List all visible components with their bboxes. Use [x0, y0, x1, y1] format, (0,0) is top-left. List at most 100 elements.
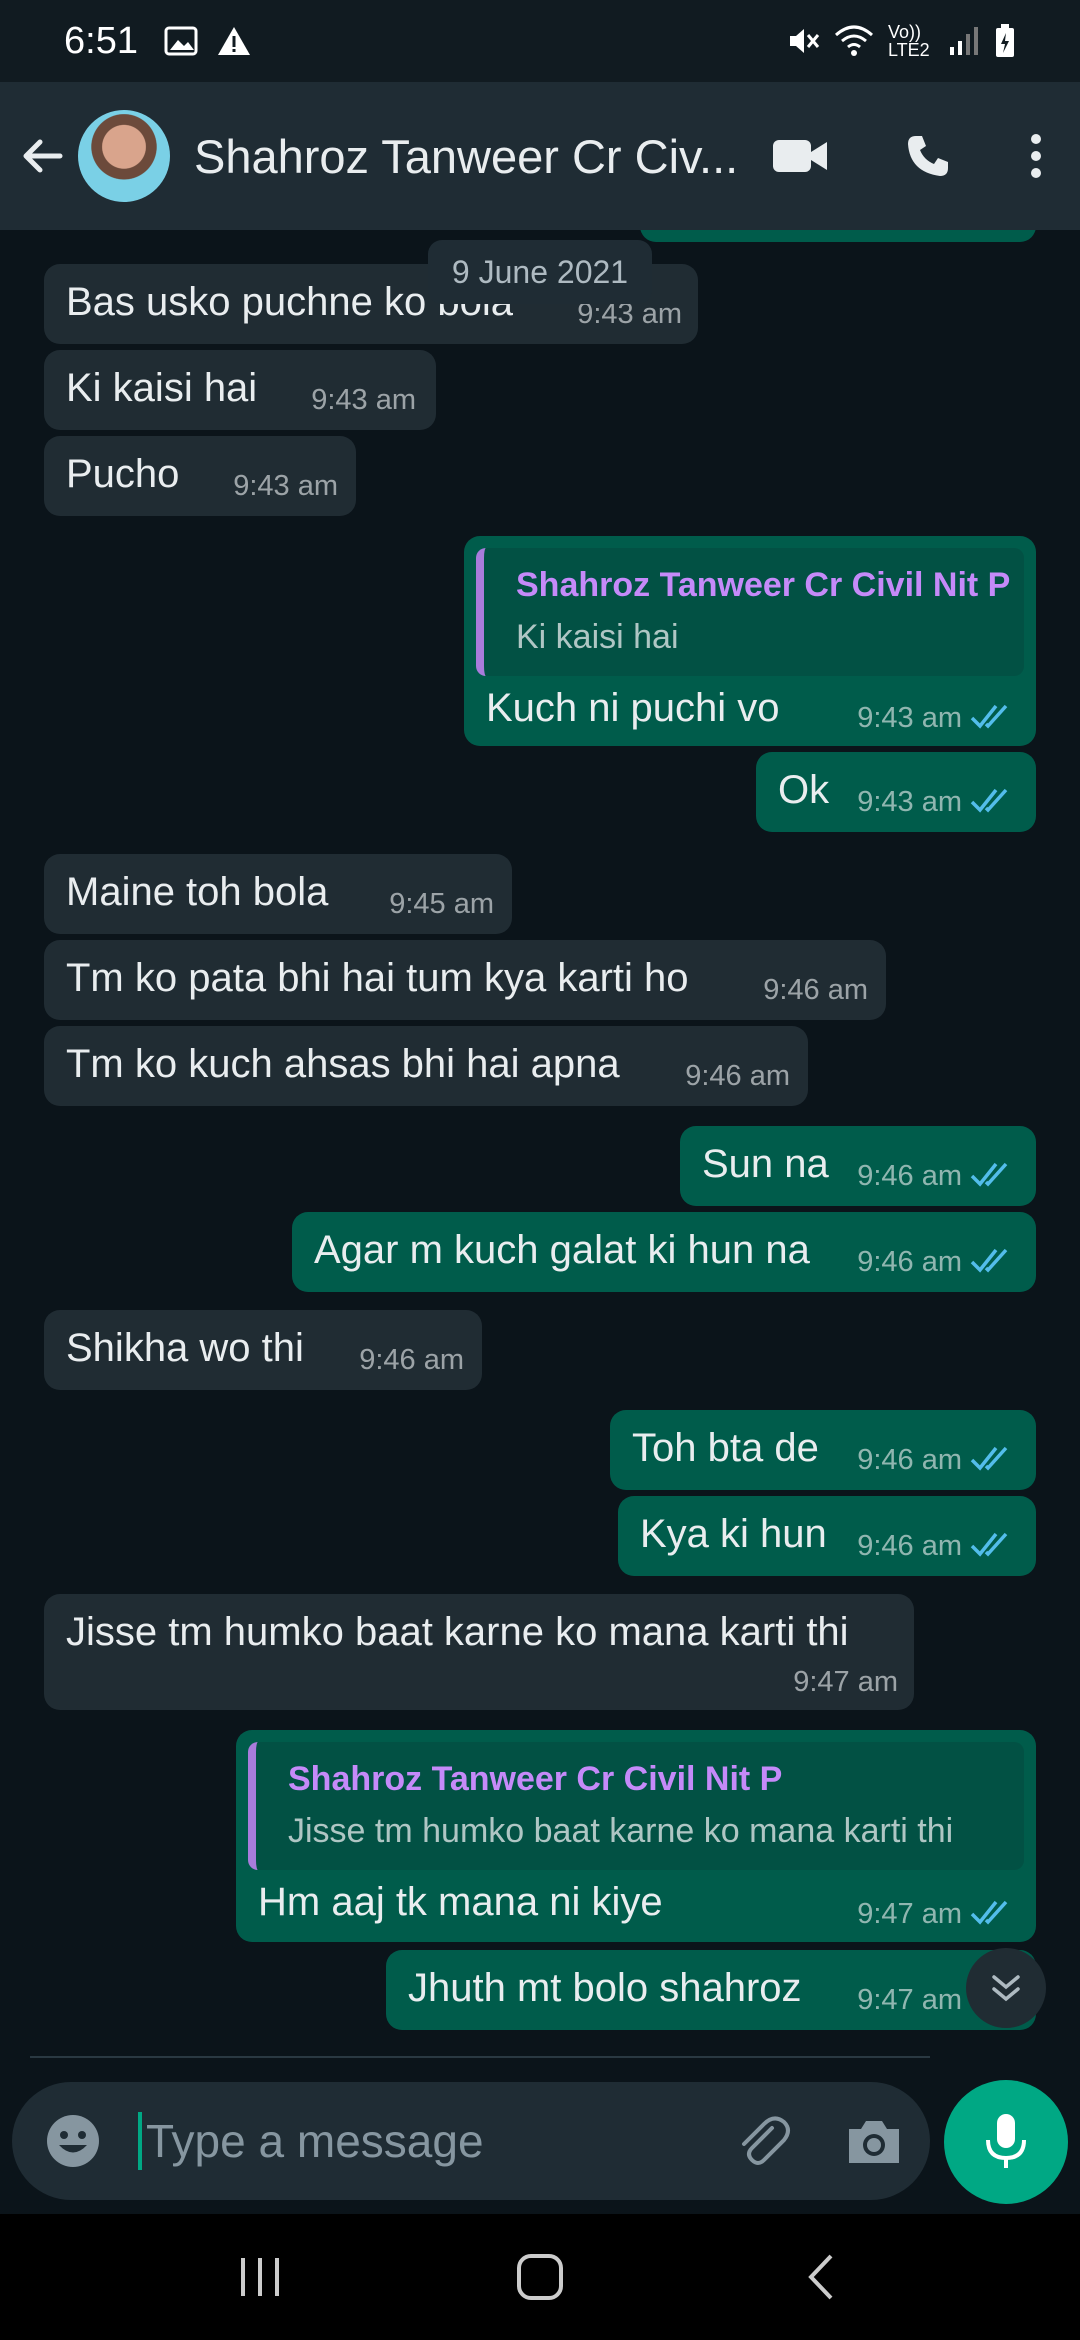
- chat-header: Shahroz Tanweer Cr Civ...: [0, 82, 1080, 230]
- back-chevron-icon: [808, 2254, 833, 2300]
- voice-record-button[interactable]: [944, 2080, 1068, 2204]
- avatar[interactable]: [78, 110, 170, 202]
- voice-call-button[interactable]: [864, 82, 992, 230]
- read-receipt-icon: [970, 1446, 1008, 1471]
- message-text: Tm ko pata bhi hai tum kya karti ho: [66, 956, 689, 1000]
- message-bubble-partial[interactable]: [640, 230, 1036, 242]
- message-bubble-incoming[interactable]: Maine toh bola 9:45 am: [44, 854, 512, 934]
- message-time: 9:46 am: [685, 1060, 790, 1092]
- message-time: 9:46 am: [763, 974, 868, 1006]
- home-button[interactable]: [480, 2227, 600, 2327]
- back-arrow-icon: [23, 139, 63, 173]
- chat-divider: [30, 2056, 930, 2058]
- message-time: 9:47 am: [857, 1984, 962, 2016]
- message-bubble-outgoing[interactable]: Sun na 9:46 am: [680, 1126, 1036, 1206]
- message-time: 9:43 am: [233, 470, 338, 502]
- read-receipt-icon: [970, 1162, 1008, 1187]
- quoted-message[interactable]: Shahroz Tanweer Cr Civil Nit P Ki kaisi …: [476, 548, 1024, 676]
- message-time: 9:47 am: [793, 1666, 898, 1698]
- read-receipt-icon: [970, 1900, 1008, 1925]
- quoted-text: Jisse tm humko baat karne ko mana karti …: [288, 1812, 954, 1850]
- message-time: 9:46 am: [857, 1160, 962, 1192]
- system-navigation-bar: [0, 2214, 1080, 2340]
- message-bubble-incoming[interactable]: Jisse tm humko baat karne ko mana karti …: [44, 1594, 914, 1710]
- message-time: 9:45 am: [389, 888, 494, 920]
- read-receipt-icon: [970, 704, 1008, 729]
- scroll-to-bottom-button[interactable]: [966, 1948, 1046, 2028]
- signal-icon: [950, 27, 978, 55]
- status-system-icons: Vo)) LTE2: [786, 23, 1016, 59]
- emoji-button[interactable]: [42, 2110, 104, 2172]
- video-call-icon: [773, 140, 827, 172]
- recent-apps-button[interactable]: [200, 2227, 320, 2327]
- message-text: Kuch ni puchi vo: [486, 686, 780, 730]
- message-bubble-outgoing[interactable]: Agar m kuch galat ki hun na 9:46 am: [292, 1212, 1036, 1292]
- battery-icon: [996, 24, 1014, 57]
- message-text: Ok: [778, 768, 830, 812]
- status-time: 6:51: [64, 19, 138, 62]
- quoted-message[interactable]: Shahroz Tanweer Cr Civil Nit P Jisse tm …: [248, 1742, 1024, 1870]
- message-time: 9:43 am: [857, 702, 962, 734]
- message-text: Jisse tm humko baat karne ko mana karti …: [66, 1610, 849, 1654]
- quoted-text: Ki kaisi hai: [516, 618, 679, 656]
- message-bubble-incoming[interactable]: Ki kaisi hai 9:43 am: [44, 350, 436, 430]
- message-bubble-outgoing[interactable]: Kya ki hun 9:46 am: [618, 1496, 1036, 1576]
- message-time: 9:43 am: [857, 786, 962, 818]
- message-text: Shikha wo thi: [66, 1326, 304, 1370]
- message-bubble-outgoing[interactable]: Jhuth mt bolo shahroz 9:47 am: [386, 1950, 1036, 2030]
- more-options-button[interactable]: [992, 82, 1080, 230]
- message-text: Jhuth mt bolo shahroz: [408, 1966, 802, 2010]
- message-text: Kya ki hun: [640, 1512, 827, 1556]
- message-time: 9:46 am: [359, 1344, 464, 1376]
- message-bubble-outgoing-reply[interactable]: Shahroz Tanweer Cr Civil Nit P Jisse tm …: [236, 1730, 1036, 1942]
- message-time: 9:46 am: [857, 1246, 962, 1278]
- more-options-icon: [1031, 134, 1041, 178]
- message-text: Agar m kuch galat ki hun na: [314, 1228, 810, 1272]
- camera-button[interactable]: [836, 2104, 912, 2180]
- double-chevron-down-icon: [992, 1975, 1020, 2002]
- chat-area[interactable]: Bas usko puchne ko bola 9:43 am 9 June 2…: [0, 230, 1080, 2075]
- wifi-icon: [835, 25, 873, 56]
- back-nav-button[interactable]: [760, 2227, 880, 2327]
- mute-icon: [790, 29, 820, 53]
- message-text: Ki kaisi hai: [66, 366, 258, 410]
- message-time: 9:46 am: [857, 1530, 962, 1562]
- video-call-button[interactable]: [736, 82, 864, 230]
- message-bubble-incoming[interactable]: Pucho 9:43 am: [44, 436, 356, 516]
- message-input[interactable]: [138, 2104, 698, 2178]
- message-text: Tm ko kuch ahsas bhi hai apna: [66, 1042, 620, 1086]
- home-icon: [517, 2254, 563, 2300]
- read-receipt-icon: [970, 788, 1008, 813]
- contact-name[interactable]: Shahroz Tanweer Cr Civ...: [194, 129, 734, 184]
- read-receipt-icon: [970, 1532, 1008, 1557]
- network-label: Vo)) LTE2: [888, 22, 930, 60]
- message-bubble-incoming[interactable]: Tm ko kuch ahsas bhi hai apna 9:46 am: [44, 1026, 808, 1106]
- header-actions: [736, 82, 1080, 230]
- warning-icon: [217, 27, 250, 55]
- mic-icon: [986, 2114, 1026, 2168]
- message-text: Hm aaj tk mana ni kiye: [258, 1880, 663, 1924]
- read-receipt-icon: [970, 1248, 1008, 1273]
- message-text: Sun na: [702, 1142, 829, 1186]
- message-bubble-outgoing[interactable]: Toh bta de 9:46 am: [610, 1410, 1036, 1490]
- image-icon: [164, 26, 198, 56]
- message-bubble-outgoing-reply[interactable]: Shahroz Tanweer Cr Civil Nit P Ki kaisi …: [464, 536, 1036, 746]
- message-time: 9:43 am: [311, 384, 416, 416]
- quoted-sender-name: Shahroz Tanweer Cr Civil Nit P: [516, 566, 1011, 604]
- message-time: 9:46 am: [857, 1444, 962, 1476]
- message-text: Toh bta de: [632, 1426, 819, 1470]
- status-notification-icons: [164, 25, 252, 57]
- message-bubble-outgoing[interactable]: Ok 9:43 am: [756, 752, 1036, 832]
- message-time: 9:47 am: [857, 1898, 962, 1930]
- voice-call-icon: [908, 136, 948, 176]
- attach-button[interactable]: [724, 2104, 800, 2180]
- back-button[interactable]: [0, 82, 84, 230]
- message-bubble-incoming[interactable]: Shikha wo thi 9:46 am: [44, 1310, 482, 1390]
- message-composer: [12, 2082, 930, 2200]
- camera-icon: [849, 2121, 899, 2163]
- attach-icon: [742, 2116, 790, 2165]
- message-bubble-incoming[interactable]: Tm ko pata bhi hai tum kya karti ho 9:46…: [44, 940, 886, 1020]
- date-separator: 9 June 2021: [428, 240, 652, 304]
- recent-apps-icon: [241, 2258, 279, 2296]
- message-text: Maine toh bola: [66, 870, 329, 914]
